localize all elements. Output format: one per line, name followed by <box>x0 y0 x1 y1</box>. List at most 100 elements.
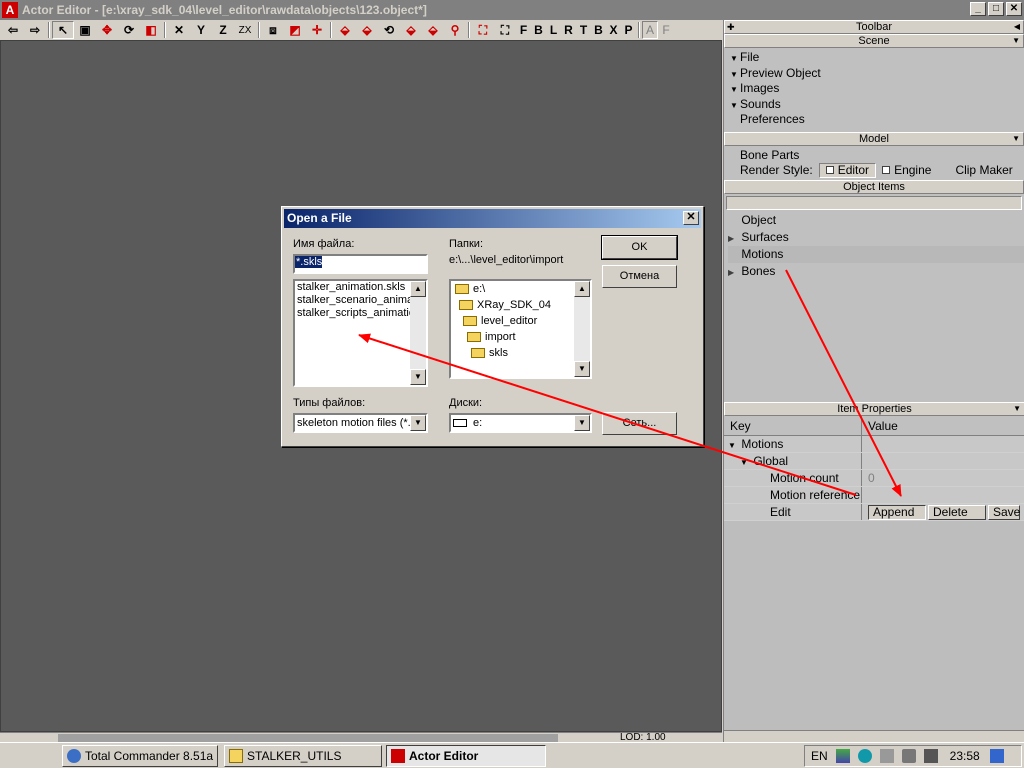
scale-icon[interactable]: ◧ <box>140 21 162 39</box>
view-reset-button[interactable]: X <box>606 21 621 39</box>
collapse-down-icon[interactable]: ▼ <box>1012 35 1020 47</box>
ok-button[interactable]: OK <box>601 235 678 260</box>
scene-item-sounds[interactable]: ▼ Sounds <box>730 97 1024 113</box>
scroll-up-icon[interactable]: ▲ <box>410 281 426 297</box>
delete-button[interactable]: Delete <box>928 505 986 520</box>
expand-arrow-icon[interactable]: ▶ <box>728 230 738 247</box>
folder-item-level-editor[interactable]: level_editor <box>451 313 590 329</box>
motion-reference-value[interactable] <box>862 487 1024 503</box>
folder-item-sdk[interactable]: XRay_SDK_04 <box>451 297 590 313</box>
expand-arrow-icon[interactable]: ▶ <box>728 264 738 281</box>
filename-input[interactable]: *.skls <box>293 254 428 274</box>
browser-tray-icon[interactable] <box>857 749 872 763</box>
folder-item-root[interactable]: e:\ <box>451 281 590 297</box>
drive-select[interactable]: e: ▼ <box>449 413 592 433</box>
tree-item-surfaces[interactable]: ▶ Surfaces <box>728 229 1024 246</box>
prop-row-motion-count[interactable]: Motion count 0 <box>724 470 1024 487</box>
desktop-tray-icon[interactable] <box>989 749 1004 763</box>
chevron-down-icon[interactable]: ▼ <box>410 415 426 431</box>
folder-item-skls[interactable]: skls <box>451 345 590 361</box>
network-tray-icon[interactable] <box>835 749 850 763</box>
folder-tree-scrollbar[interactable]: ▲ ▼ <box>574 281 590 377</box>
magnet-icon[interactable]: ⚲ <box>444 21 466 39</box>
view-right-button[interactable]: R <box>561 21 576 39</box>
view-back-button[interactable]: B <box>531 21 546 39</box>
collapse-triangle-icon[interactable]: ▼ <box>728 438 738 452</box>
close-button[interactable]: ✕ <box>1006 2 1022 16</box>
bone-parts-link[interactable]: Bone Parts <box>740 148 1024 163</box>
scroll-down-icon[interactable]: ▼ <box>410 369 426 385</box>
axis-y-button[interactable]: Y <box>190 21 212 39</box>
cancel-button[interactable]: Отмена <box>602 265 677 288</box>
key-column-header[interactable]: Key <box>724 416 862 435</box>
collapse-left-icon[interactable]: ◀ <box>1014 21 1020 33</box>
file-list-scrollbar[interactable]: ▲ ▼ <box>410 281 426 385</box>
rotate-icon[interactable]: ⟳ <box>118 21 140 39</box>
minimize-button[interactable]: _ <box>970 2 986 16</box>
printer-tray-icon[interactable] <box>879 749 894 763</box>
axis-x-button[interactable]: ✕ <box>168 21 190 39</box>
paint-icon[interactable]: ⬙ <box>400 21 422 39</box>
view-bottom-button[interactable]: B <box>591 21 606 39</box>
axis-zx-button[interactable]: ZX <box>234 21 256 39</box>
refresh-icon[interactable]: ⟲ <box>378 21 400 39</box>
filetype-select[interactable]: skeleton motion files (*.s ▼ <box>293 413 428 433</box>
view-f-button[interactable]: F <box>658 21 674 39</box>
scene-item-images[interactable]: ▼ Images <box>730 81 1024 97</box>
folder-item-import[interactable]: import <box>451 329 590 345</box>
zoom-selected-icon[interactable]: ⛶ <box>494 21 516 39</box>
render-editor-toggle[interactable]: Editor <box>818 162 877 178</box>
properties-scrollbar[interactable] <box>724 730 1024 742</box>
maximize-button[interactable]: □ <box>988 2 1004 16</box>
usb-tray-icon[interactable] <box>923 749 938 763</box>
scene-section-header[interactable]: Scene ▼ <box>724 34 1024 48</box>
tree-item-object[interactable]: Object <box>728 212 1024 229</box>
tag-icon[interactable]: ⬙ <box>334 21 356 39</box>
dialog-close-button[interactable]: ✕ <box>683 211 699 225</box>
value-column-header[interactable]: Value <box>862 416 898 435</box>
network-button[interactable]: Сеть... <box>602 412 677 435</box>
snap-pivot-icon[interactable]: ✛ <box>306 21 328 39</box>
object-icon[interactable]: ▣ <box>74 21 96 39</box>
undo-arrow-icon[interactable]: ⇦ <box>2 21 24 39</box>
snap-object-icon[interactable]: ◩ <box>284 21 306 39</box>
task-actor-editor[interactable]: Actor Editor <box>386 745 546 767</box>
scroll-down-icon[interactable]: ▼ <box>574 361 590 377</box>
scroll-up-icon[interactable]: ▲ <box>574 281 590 297</box>
task-stalker-utils[interactable]: STALKER_UTILS <box>224 745 382 767</box>
task-total-commander[interactable]: Total Commander 8.51a ... <box>62 745 218 767</box>
tree-item-motions[interactable]: Motions <box>728 245 1024 263</box>
paint-alt-icon[interactable]: ⬙ <box>422 21 444 39</box>
prop-row-motions[interactable]: ▼ Motions <box>724 436 1024 453</box>
zoom-extents-icon[interactable]: ⛶ <box>472 21 494 39</box>
collapse-down-icon[interactable]: ▼ <box>1013 403 1021 415</box>
prop-row-motion-reference[interactable]: Motion reference <box>724 487 1024 504</box>
snap-grid-icon[interactable]: ⧈ <box>262 21 284 39</box>
redo-arrow-icon[interactable]: ⇨ <box>24 21 46 39</box>
language-indicator[interactable]: EN <box>811 749 828 763</box>
object-items-filter[interactable] <box>726 195 1022 210</box>
view-left-button[interactable]: L <box>546 21 561 39</box>
collapse-down-icon[interactable]: ▼ <box>1012 133 1020 145</box>
tag-rotate-icon[interactable]: ⬙ <box>356 21 378 39</box>
viewport-scrollbar[interactable] <box>58 734 558 742</box>
file-list-item[interactable]: stalker_animation.skls <box>295 281 426 294</box>
view-a-button[interactable]: A <box>642 21 658 39</box>
tree-item-bones[interactable]: ▶ Bones <box>728 263 1024 280</box>
view-top-button[interactable]: T <box>576 21 591 39</box>
scene-item-file[interactable]: ▼ File <box>730 50 1024 66</box>
collapse-triangle-icon[interactable]: ▼ <box>740 455 750 469</box>
view-perspective-button[interactable]: P <box>621 21 636 39</box>
prop-row-global[interactable]: ▼ Global <box>724 453 1024 470</box>
chevron-down-icon[interactable]: ▼ <box>574 415 590 431</box>
file-list-item[interactable]: stalker_scenario_animat <box>295 294 426 307</box>
view-front-button[interactable]: F <box>516 21 531 39</box>
pin-icon[interactable]: ✚ <box>727 21 735 33</box>
volume-tray-icon[interactable] <box>901 749 916 763</box>
scene-item-preferences[interactable]: Preferences <box>730 112 1024 128</box>
model-section-header[interactable]: Model ▼ <box>724 131 1024 146</box>
render-engine-toggle[interactable]: Engine <box>882 163 931 178</box>
toolbar-section-header[interactable]: ✚ Toolbar ◀ <box>724 20 1024 34</box>
scene-item-preview-object[interactable]: ▼ Preview Object <box>730 66 1024 82</box>
axis-z-button[interactable]: Z <box>212 21 234 39</box>
